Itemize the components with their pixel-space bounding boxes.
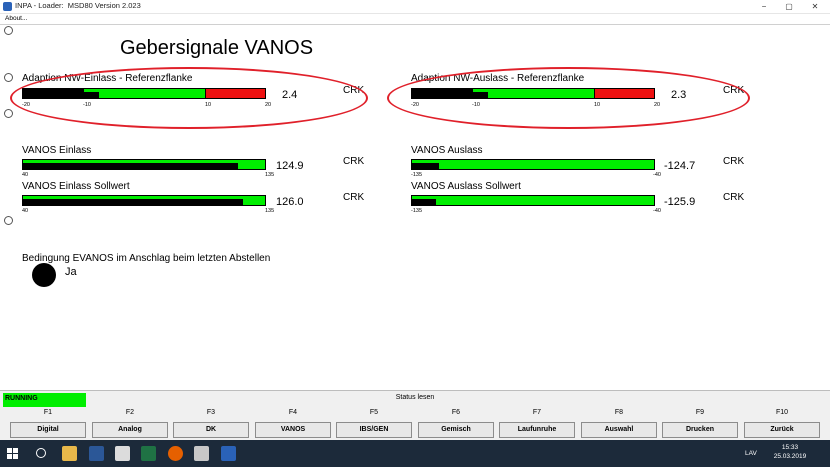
- windows-taskbar: LAV 15:33 25.03.2019: [0, 440, 830, 467]
- vanos-einlass-gauge: [22, 159, 266, 170]
- app-icon[interactable]: [194, 446, 209, 461]
- fkey-label-f8: F8: [614, 409, 624, 416]
- radio-option-1[interactable]: [4, 26, 13, 35]
- menu-about[interactable]: About...: [5, 15, 27, 22]
- vanos-einlass-soll-label: VANOS Einlass Sollwert: [22, 181, 130, 192]
- keyboard-language[interactable]: LAV: [745, 450, 757, 457]
- highlight-ellipse-auslass: [387, 67, 750, 129]
- fkey-label-f9: F9: [695, 409, 705, 416]
- maximize-button[interactable]: ▢: [779, 0, 799, 14]
- fkey-label-f7: F7: [532, 409, 542, 416]
- function-key-panel: RUNNING Status lesen F1 Digital F2 Analo…: [0, 390, 830, 440]
- fkey-button-drucken[interactable]: Drucken: [662, 422, 738, 438]
- radio-option-3[interactable]: [4, 109, 13, 118]
- vanos-einlass-soll-value: 126.0: [276, 196, 304, 208]
- vanos-auslass-gauge: [411, 159, 655, 170]
- fkey-label-f6: F6: [451, 409, 461, 416]
- word-icon[interactable]: [89, 446, 104, 461]
- vanos-einlass-soll-level: [23, 199, 244, 205]
- vanos-auslass-value: -124.7: [664, 160, 696, 172]
- vanos-auslass-unit: CRK: [723, 156, 745, 167]
- fkey-label-f10: F10: [775, 409, 789, 416]
- vanos-auslass-soll-label: VANOS Auslass Sollwert: [411, 181, 521, 192]
- inpa-window: INPA - Loader: MSD80 Version 2.023 − ▢ ✕…: [0, 0, 830, 467]
- vanos-auslass-level: [412, 163, 439, 169]
- page-title: Gebersignale VANOS: [120, 37, 314, 59]
- inpa-app-icon: [3, 2, 12, 11]
- fkey-label-f5: F5: [369, 409, 379, 416]
- main-canvas: Gebersignale VANOS Adaption NW-Einlass -…: [0, 26, 830, 390]
- tick-max: -40: [653, 172, 661, 178]
- clock-date[interactable]: 25.03.2019: [766, 453, 814, 460]
- vanos-einlass-soll-unit: CRK: [343, 192, 365, 203]
- vanos-auslass-soll-gauge: [411, 195, 655, 206]
- close-button[interactable]: ✕: [805, 0, 825, 14]
- minimize-button[interactable]: −: [754, 0, 774, 14]
- status-lamp: [32, 263, 56, 287]
- vanos-auslass-soll-level: [412, 199, 437, 205]
- fkey-button-auswahl[interactable]: Auswahl: [581, 422, 657, 438]
- fkey-button-dk[interactable]: DK: [173, 422, 249, 438]
- fkey-label-f3: F3: [206, 409, 216, 416]
- fkey-label-f1: F1: [43, 409, 53, 416]
- search-icon[interactable]: [36, 448, 46, 458]
- bedingung-value: Ja: [65, 266, 77, 278]
- fkey-button-gemisch[interactable]: Gemisch: [418, 422, 494, 438]
- inpa-taskbar-icon[interactable]: [221, 446, 236, 461]
- window-title: INPA - Loader: MSD80 Version 2.023: [15, 1, 141, 10]
- radio-option-2[interactable]: [4, 73, 13, 82]
- vanos-einlass-level: [23, 163, 239, 169]
- fkey-button-vanos[interactable]: VANOS: [255, 422, 331, 438]
- clock-time[interactable]: 15:33: [770, 444, 810, 451]
- tick-min: 40: [22, 172, 29, 178]
- status-text: Status lesen: [395, 394, 435, 401]
- menu-bar: About...: [0, 14, 830, 25]
- fkey-button-ibs-gen[interactable]: IBS/GEN: [336, 422, 412, 438]
- tick-max: -40: [653, 208, 661, 214]
- highlight-ellipse-einlass: [10, 67, 368, 129]
- file-explorer-icon[interactable]: [62, 446, 77, 461]
- tick-max: 135: [265, 172, 275, 178]
- fkey-label-f4: F4: [288, 409, 298, 416]
- fkey-label-f2: F2: [125, 409, 135, 416]
- mail-icon[interactable]: [115, 446, 130, 461]
- fkey-button-laufunruhe[interactable]: Laufunruhe: [499, 422, 575, 438]
- radio-option-4[interactable]: [4, 216, 13, 225]
- windows-start-icon[interactable]: [7, 448, 19, 460]
- excel-icon[interactable]: [141, 446, 156, 461]
- vanos-einlass-soll-gauge: [22, 195, 266, 206]
- fkey-button-digital[interactable]: Digital: [10, 422, 86, 438]
- tick-min: -135: [411, 172, 423, 178]
- vanos-auslass-soll-unit: CRK: [723, 192, 745, 203]
- vanos-einlass-unit: CRK: [343, 156, 365, 167]
- vanos-einlass-label: VANOS Einlass: [22, 145, 92, 156]
- tick-min: 40: [22, 208, 29, 214]
- tick-max: 135: [265, 208, 275, 214]
- running-indicator: RUNNING: [3, 393, 86, 407]
- vanos-auslass-label: VANOS Auslass: [411, 145, 483, 156]
- tick-min: -135: [411, 208, 423, 214]
- vanos-einlass-value: 124.9: [276, 160, 304, 172]
- firefox-icon[interactable]: [168, 446, 183, 461]
- title-bar: INPA - Loader: MSD80 Version 2.023 − ▢ ✕: [0, 0, 830, 14]
- bedingung-label: Bedingung EVANOS im Anschlag beim letzte…: [22, 253, 271, 264]
- fkey-button-analog[interactable]: Analog: [92, 422, 168, 438]
- fkey-button-zurueck[interactable]: Zurück: [744, 422, 820, 438]
- vanos-auslass-soll-value: -125.9: [664, 196, 696, 208]
